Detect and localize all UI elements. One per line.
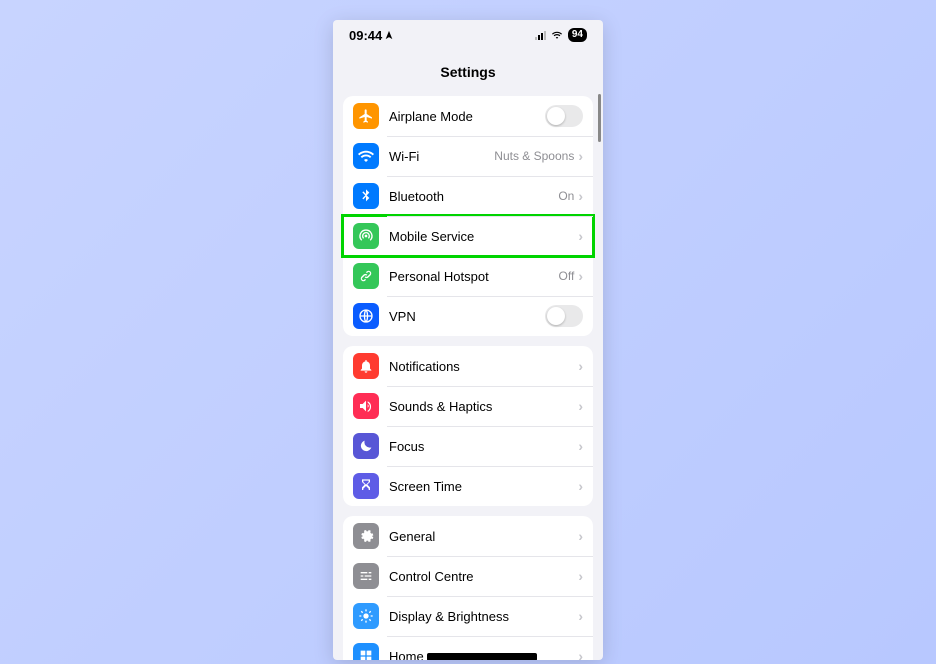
- row-label: Personal Hotspot: [389, 269, 559, 284]
- row-display[interactable]: Display & Brightness›: [343, 596, 593, 636]
- row-label: Screen Time: [389, 479, 578, 494]
- switches-icon: [353, 563, 379, 589]
- row-label: Sounds & Haptics: [389, 399, 578, 414]
- row-mobile[interactable]: Mobile Service›: [343, 216, 593, 256]
- chevron-right-icon: ›: [578, 268, 583, 284]
- row-label: Display & Brightness: [389, 609, 578, 624]
- bluetooth-icon: [353, 183, 379, 209]
- link-icon: [353, 263, 379, 289]
- row-label: General: [389, 529, 578, 544]
- chevron-right-icon: ›: [578, 188, 583, 204]
- airplane-toggle[interactable]: [545, 105, 583, 127]
- globe-icon: [353, 303, 379, 329]
- chevron-right-icon: ›: [578, 358, 583, 374]
- speaker-icon: [353, 393, 379, 419]
- row-label: Mobile Service: [389, 229, 578, 244]
- row-label: Home: [389, 649, 578, 661]
- row-screentime[interactable]: Screen Time›: [343, 466, 593, 506]
- chevron-right-icon: ›: [578, 528, 583, 544]
- row-sounds[interactable]: Sounds & Haptics›: [343, 386, 593, 426]
- status-time: 09:44: [349, 28, 382, 43]
- redacted-text: [427, 653, 537, 660]
- chevron-right-icon: ›: [578, 648, 583, 660]
- row-value: Off: [559, 269, 575, 283]
- row-value: Nuts & Spoons: [494, 149, 574, 163]
- settings-group: Airplane ModeWi-FiNuts & Spoons›Bluetoot…: [343, 96, 593, 336]
- row-notifications[interactable]: Notifications›: [343, 346, 593, 386]
- settings-list[interactable]: Airplane ModeWi-FiNuts & Spoons›Bluetoot…: [333, 90, 603, 660]
- location-icon: [384, 30, 394, 40]
- row-label: Notifications: [389, 359, 578, 374]
- row-hotspot[interactable]: Personal HotspotOff›: [343, 256, 593, 296]
- row-control-centre[interactable]: Control Centre›: [343, 556, 593, 596]
- status-left: 09:44: [349, 28, 394, 43]
- grid-icon: [353, 643, 379, 660]
- status-right: 94: [535, 28, 587, 42]
- row-label: Airplane Mode: [389, 109, 545, 124]
- row-label: Wi-Fi: [389, 149, 494, 164]
- chevron-right-icon: ›: [578, 148, 583, 164]
- antenna-icon: [353, 223, 379, 249]
- bell-icon: [353, 353, 379, 379]
- page-title: Settings: [333, 50, 603, 90]
- chevron-right-icon: ›: [578, 478, 583, 494]
- row-focus[interactable]: Focus›: [343, 426, 593, 466]
- settings-group: Notifications›Sounds & Haptics›Focus›Scr…: [343, 346, 593, 506]
- row-label: Bluetooth: [389, 189, 558, 204]
- chevron-right-icon: ›: [578, 568, 583, 584]
- settings-group: General›Control Centre›Display & Brightn…: [343, 516, 593, 660]
- scroll-indicator: [598, 94, 601, 142]
- row-value: On: [558, 189, 574, 203]
- chevron-right-icon: ›: [578, 228, 583, 244]
- chevron-right-icon: ›: [578, 608, 583, 624]
- row-home-screen[interactable]: Home ›: [343, 636, 593, 660]
- row-general[interactable]: General›: [343, 516, 593, 556]
- airplane-icon: [353, 103, 379, 129]
- gear-icon: [353, 523, 379, 549]
- status-bar: 09:44 94: [333, 20, 603, 50]
- battery-indicator: 94: [568, 28, 587, 42]
- sun-icon: [353, 603, 379, 629]
- wifi-icon: [550, 30, 564, 40]
- row-label: Focus: [389, 439, 578, 454]
- vpn-toggle[interactable]: [545, 305, 583, 327]
- chevron-right-icon: ›: [578, 398, 583, 414]
- row-label: Control Centre: [389, 569, 578, 584]
- row-vpn[interactable]: VPN: [343, 296, 593, 336]
- cellular-signal-icon: [535, 30, 546, 40]
- phone-frame: 09:44 94 Settings Airplane Mode Wi-FiNuts…: [333, 20, 603, 660]
- row-label: VPN: [389, 309, 545, 324]
- row-airplane[interactable]: Airplane Mode: [343, 96, 593, 136]
- row-wifi[interactable]: Wi-FiNuts & Spoons ›: [343, 136, 593, 176]
- chevron-right-icon: ›: [578, 438, 583, 454]
- hourglass-icon: [353, 473, 379, 499]
- wifi-icon: [353, 143, 379, 169]
- row-bluetooth[interactable]: BluetoothOn ›: [343, 176, 593, 216]
- moon-icon: [353, 433, 379, 459]
